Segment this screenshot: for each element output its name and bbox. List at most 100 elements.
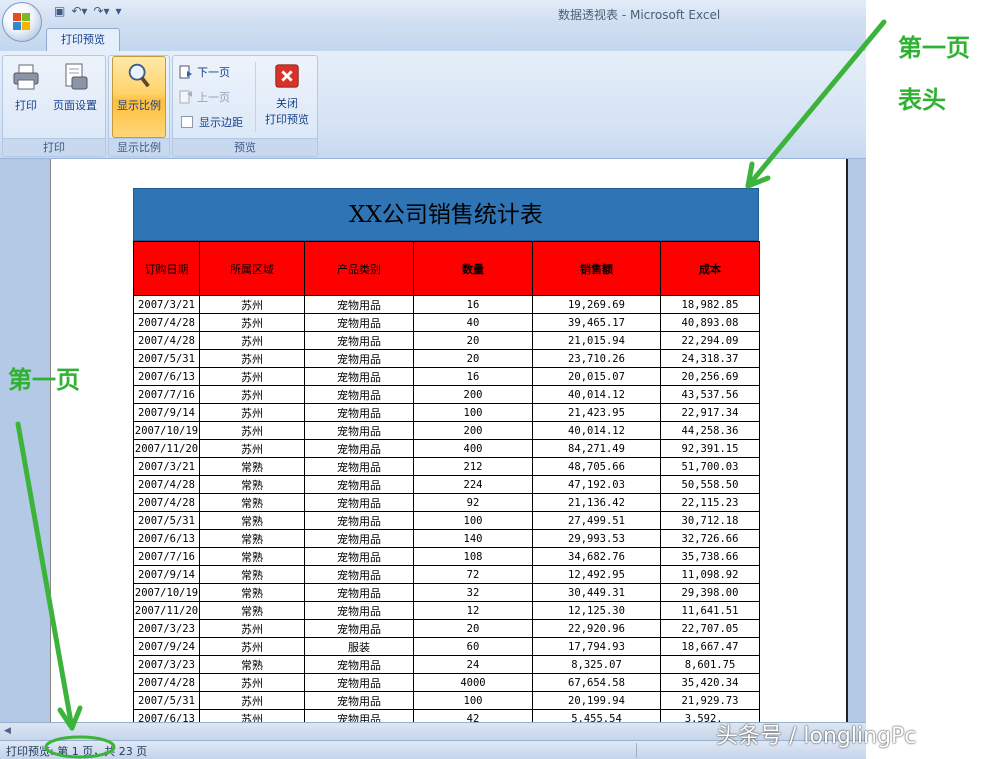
cell-category: 宠物用品 — [304, 475, 414, 494]
tab-print-preview[interactable]: 打印预览 — [46, 28, 120, 53]
table-row: 2007/5/31 苏州 宠物用品 20 23,710.26 24,318.37 — [133, 349, 760, 368]
cell-sales: 22,920.96 — [532, 619, 661, 638]
cell-cost: 40,893.08 — [660, 313, 760, 332]
cell-quantity: 400 — [413, 439, 533, 458]
cell-region: 常熟 — [199, 655, 305, 674]
show-margins-checkbox[interactable]: 显示边距 — [179, 114, 243, 130]
cell-region: 常熟 — [199, 493, 305, 512]
cell-quantity: 72 — [413, 565, 533, 584]
undo-icon[interactable]: ↶▾ — [71, 4, 87, 18]
cell-order-date: 2007/10/19 — [133, 421, 200, 440]
cell-quantity: 60 — [413, 637, 533, 656]
cell-cost: 22,294.09 — [660, 331, 760, 350]
table-row: 2007/4/28 常熟 宠物用品 92 21,136.42 22,115.23 — [133, 493, 760, 512]
table-row: 2007/9/24 苏州 服装 60 17,794.93 18,667.47 — [133, 637, 760, 656]
scroll-left-icon[interactable]: ◀ — [4, 726, 11, 736]
cell-cost: 22,917.34 — [660, 403, 760, 422]
previous-page-icon — [179, 90, 192, 104]
cell-sales: 21,423.95 — [532, 403, 661, 422]
cell-order-date: 2007/9/14 — [133, 565, 200, 584]
quick-access-toolbar: ▣ ↶▾ ↷▾ ▾ — [48, 4, 122, 18]
cell-sales: 5,455.54 — [532, 709, 661, 722]
cell-region: 苏州 — [199, 709, 305, 722]
page-setup-button[interactable]: 页面设置 — [47, 62, 103, 113]
zoom-group-label: 显示比例 — [109, 138, 169, 156]
cell-quantity: 92 — [413, 493, 533, 512]
cell-order-date: 2007/4/28 — [133, 475, 200, 494]
table-body: 2007/3/21 苏州 宠物用品 16 19,269.69 18,982.85 2007/… — [133, 295, 760, 722]
redo-icon[interactable]: ↷▾ — [93, 4, 109, 18]
cell-category: 宠物用品 — [304, 673, 414, 692]
cell-sales: 19,269.69 — [532, 295, 661, 314]
cell-order-date: 2007/4/28 — [133, 673, 200, 692]
save-icon[interactable]: ▣ — [54, 4, 65, 18]
customize-qat-icon[interactable]: ▾ — [116, 4, 122, 18]
cell-region: 常熟 — [199, 583, 305, 602]
cell-quantity: 100 — [413, 511, 533, 530]
excel-window: ▣ ↶▾ ↷▾ ▾ 数据透视表 - Microsoft Excel 打印预览 打… — [0, 0, 866, 759]
zoom-button[interactable]: 显示比例 — [112, 56, 166, 138]
cell-category: 宠物用品 — [304, 529, 414, 548]
cell-cost: 43,537.56 — [660, 385, 760, 404]
next-page-button[interactable]: 下一页 — [179, 64, 230, 80]
table-row: 2007/4/28 苏州 宠物用品 4000 67,654.58 35,420.34 — [133, 673, 760, 692]
cell-sales: 27,499.51 — [532, 511, 661, 530]
cell-quantity: 4000 — [413, 673, 533, 692]
cell-sales: 84,271.49 — [532, 439, 661, 458]
close-print-preview-button[interactable]: 关闭 打印预览 — [259, 62, 315, 127]
cell-quantity: 108 — [413, 547, 533, 566]
print-button[interactable]: 打印 — [7, 62, 45, 113]
cell-quantity: 140 — [413, 529, 533, 548]
print-group-label: 打印 — [3, 138, 105, 156]
cell-sales: 8,325.07 — [532, 655, 661, 674]
report-title: XX公司销售统计表 — [133, 188, 759, 241]
table-row: 2007/3/21 常熟 宠物用品 212 48,705.66 51,700.03 — [133, 457, 760, 476]
annotation-page-label: 第一页 — [8, 366, 80, 394]
cell-cost: 35,420.34 — [660, 673, 760, 692]
header-region: 所属区域 — [199, 241, 305, 296]
cell-order-date: 2007/5/31 — [133, 349, 200, 368]
office-button[interactable] — [2, 2, 42, 42]
cell-cost: 50,558.50 — [660, 475, 760, 494]
cell-order-date: 2007/4/28 — [133, 331, 200, 350]
cell-region: 苏州 — [199, 439, 305, 458]
print-page: XX公司销售统计表 订购日期 所属区域 产品类别 数量 销售额 成本 2007/… — [50, 159, 848, 722]
table-row: 2007/11/20 常熟 宠物用品 12 12,125.30 11,641.51 — [133, 601, 760, 620]
cell-cost: 44,258.36 — [660, 421, 760, 440]
cell-order-date: 2007/9/24 — [133, 637, 200, 656]
title-bar: ▣ ↶▾ ↷▾ ▾ 数据透视表 - Microsoft Excel — [0, 0, 866, 27]
cell-category: 宠物用品 — [304, 493, 414, 512]
cell-cost: 35,738.66 — [660, 547, 760, 566]
cell-region: 苏州 — [199, 367, 305, 386]
table-row: 2007/6/13 常熟 宠物用品 140 29,993.53 32,726.66 — [133, 529, 760, 548]
ribbon-tabstrip — [0, 27, 866, 51]
next-page-icon — [179, 65, 192, 79]
cell-cost: 20,256.69 — [660, 367, 760, 386]
divider — [255, 62, 256, 132]
cell-category: 宠物用品 — [304, 349, 414, 368]
cell-category: 宠物用品 — [304, 439, 414, 458]
table-row: 2007/7/16 苏州 宠物用品 200 40,014.12 43,537.56 — [133, 385, 760, 404]
cell-quantity: 40 — [413, 313, 533, 332]
magnifier-icon — [128, 63, 150, 88]
cell-order-date: 2007/7/16 — [133, 385, 200, 404]
cell-sales: 34,682.76 — [532, 547, 661, 566]
cell-category: 宠物用品 — [304, 709, 414, 722]
cell-order-date: 2007/9/14 — [133, 403, 200, 422]
cell-quantity: 16 — [413, 367, 533, 386]
cell-cost: 22,707.05 — [660, 619, 760, 638]
table-header-row: 订购日期 所属区域 产品类别 数量 销售额 成本 — [133, 241, 760, 296]
cell-sales: 21,136.42 — [532, 493, 661, 512]
preview-group: 下一页 上一页 显示边距 关闭 打印预览 预览 — [172, 55, 318, 157]
previous-page-button[interactable]: 上一页 — [179, 89, 230, 105]
table-row: 2007/5/31 苏州 宠物用品 100 20,199.94 21,929.73 — [133, 691, 760, 710]
office-logo-icon — [13, 13, 31, 31]
annotation-page-header-line2: 表头 — [898, 86, 946, 114]
cell-category: 宠物用品 — [304, 367, 414, 386]
cell-region: 苏州 — [199, 691, 305, 710]
cell-order-date: 2007/4/28 — [133, 493, 200, 512]
cell-quantity: 20 — [413, 349, 533, 368]
table-row: 2007/6/13 苏州 宠物用品 42 5,455.54 3,592.__ — [133, 709, 760, 722]
cell-region: 苏州 — [199, 403, 305, 422]
cell-order-date: 2007/3/21 — [133, 295, 200, 314]
